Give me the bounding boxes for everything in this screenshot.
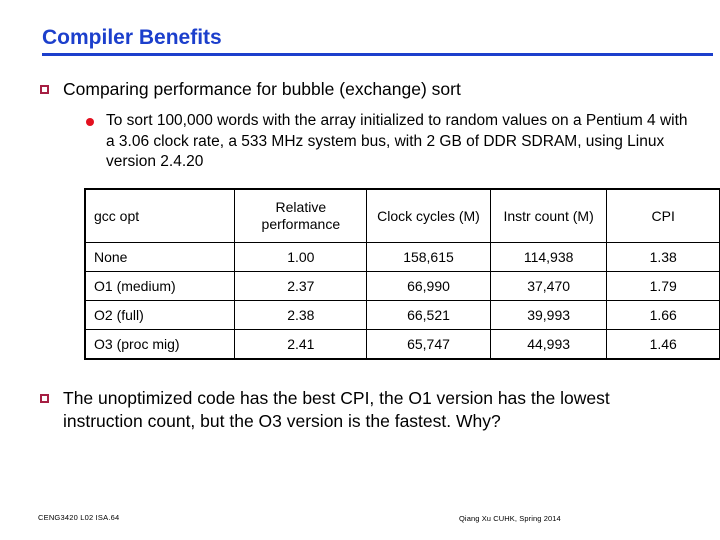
cell-cpi: 1.79 <box>606 271 720 301</box>
cell-relative-performance: 2.38 <box>234 300 368 330</box>
bullet-comparing-performance: Comparing performance for bubble (exchan… <box>40 78 700 101</box>
table-row: None 1.00 158,615 114,938 1.38 <box>84 242 720 272</box>
hollow-square-bullet-icon <box>40 394 49 403</box>
column-header-cpi: CPI <box>606 189 720 243</box>
cell-opt: O1 (medium) <box>84 271 236 301</box>
table-row: O3 (proc mig) 2.41 65,747 44,993 1.46 <box>84 329 720 359</box>
cell-instr-count: 44,993 <box>489 329 608 359</box>
cell-opt: None <box>84 242 236 272</box>
cell-clock-cycles: 65,747 <box>366 329 491 359</box>
compiler-performance-table: gcc opt Relative performance Clock cycle… <box>84 188 720 360</box>
footer-author: Qiang Xu CUHK, Spring 2014 <box>459 514 561 523</box>
table-header-row: gcc opt Relative performance Clock cycle… <box>84 189 720 243</box>
cell-clock-cycles: 66,990 <box>366 271 491 301</box>
cell-clock-cycles: 158,615 <box>366 242 491 272</box>
column-header-clock-cycles: Clock cycles (M) <box>366 189 491 243</box>
bullet-conclusion-label: The unoptimized code has the best CPI, t… <box>63 388 610 431</box>
column-header-instr-count: Instr count (M) <box>489 189 608 243</box>
cell-relative-performance: 2.41 <box>234 329 368 359</box>
page-title: Compiler Benefits <box>42 26 222 49</box>
cell-cpi: 1.46 <box>606 329 720 359</box>
cell-clock-cycles: 66,521 <box>366 300 491 330</box>
footer-course-code: CENG3420 L02 ISA.64 <box>38 513 120 522</box>
cell-cpi: 1.38 <box>606 242 720 272</box>
cell-cpi: 1.66 <box>606 300 720 330</box>
hollow-square-bullet-icon <box>40 85 49 94</box>
bullet-conclusion: The unoptimized code has the best CPI, t… <box>40 387 690 433</box>
column-header-gcc-opt: gcc opt <box>84 189 236 243</box>
cell-instr-count: 37,470 <box>489 271 608 301</box>
bullet-sort-detail-label: To sort 100,000 words with the array ini… <box>106 112 688 170</box>
table-row: O1 (medium) 2.37 66,990 37,470 1.79 <box>84 271 720 301</box>
cell-relative-performance: 1.00 <box>234 242 368 272</box>
cell-instr-count: 39,993 <box>489 300 608 330</box>
cell-instr-count: 114,938 <box>489 242 608 272</box>
filled-circle-bullet-icon <box>86 118 94 126</box>
title-underline-rule <box>42 53 713 56</box>
cell-opt: O3 (proc mig) <box>84 329 236 359</box>
bullet-comparing-performance-label: Comparing performance for bubble (exchan… <box>63 79 461 99</box>
bullet-sort-detail: To sort 100,000 words with the array ini… <box>86 111 690 173</box>
table-row: O2 (full) 2.38 66,521 39,993 1.66 <box>84 300 720 330</box>
cell-relative-performance: 2.37 <box>234 271 368 301</box>
cell-opt: O2 (full) <box>84 300 236 330</box>
column-header-relative-performance: Relative performance <box>234 189 368 243</box>
